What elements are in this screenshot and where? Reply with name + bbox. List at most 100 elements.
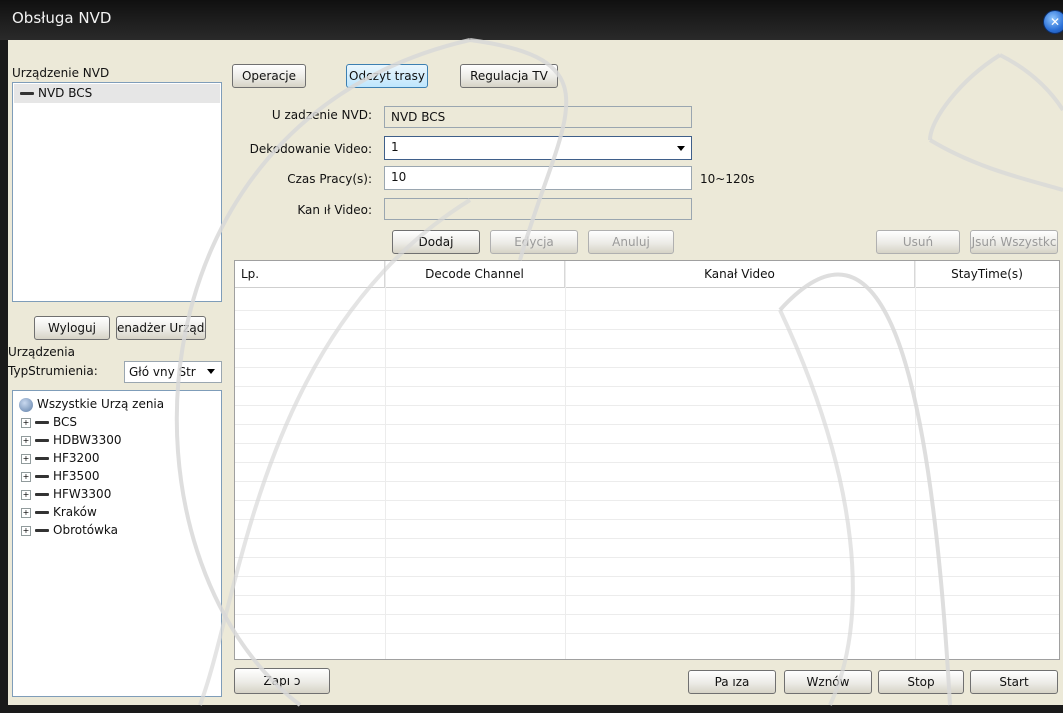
column-header-video-channel[interactable]: Kanał Video: [565, 261, 915, 287]
column-divider: [915, 261, 916, 659]
edit-button[interactable]: Edycja: [490, 230, 578, 254]
tab-operacje[interactable]: Operacje: [232, 64, 306, 88]
device-icon: [35, 529, 49, 532]
tree-item[interactable]: + HF3200: [21, 451, 99, 469]
decode-video-select[interactable]: 1: [384, 136, 692, 160]
devices-group-icon: [19, 397, 33, 412]
window-bottom-edge: [0, 705, 1063, 713]
route-table[interactable]: Lp. Decode Channel Kanał Video StayTime(…: [234, 260, 1060, 660]
tree-root-label: Wszystkie Urzą zenia: [37, 397, 165, 411]
tab-odczyt-trasy[interactable]: Odczyt trasy: [346, 64, 428, 88]
row-divider: [235, 367, 1059, 368]
client-area: Urządzenie NVD NVD BCS Wyloguj enadżer U…: [8, 40, 1063, 705]
tree-item[interactable]: + HDBW3300: [21, 433, 121, 451]
tree-item[interactable]: + Kraków: [21, 505, 97, 523]
row-divider: [235, 310, 1059, 311]
expand-icon[interactable]: +: [21, 471, 31, 482]
tree-item-label: HFW3300: [53, 487, 112, 501]
column-divider: [385, 261, 386, 659]
tree-item[interactable]: + HF3500: [21, 469, 99, 487]
logout-button[interactable]: Wyloguj: [34, 316, 110, 340]
device-icon: [35, 457, 49, 460]
device-tree[interactable]: Wszystkie Urzą zenia + BCS + HDBW3300 + HF3…: [12, 390, 222, 697]
tree-item-label: Obrotówka: [53, 523, 119, 537]
list-item[interactable]: NVD BCS: [14, 84, 220, 103]
row-divider: [235, 576, 1059, 577]
tree-item-label: BCS: [53, 415, 78, 429]
tree-root[interactable]: Wszystkie Urzą zenia: [19, 397, 164, 415]
row-divider: [235, 633, 1059, 634]
stream-type-label: TypStrumienia:: [8, 364, 98, 378]
nvd-item-label: NVD BCS: [38, 86, 93, 100]
expand-icon[interactable]: +: [21, 525, 31, 536]
row-divider: [235, 500, 1059, 501]
expand-icon[interactable]: +: [21, 507, 31, 518]
tab-regulacja-tv[interactable]: Regulacja TV: [460, 64, 558, 88]
expand-icon[interactable]: +: [21, 453, 31, 464]
row-divider: [235, 424, 1059, 425]
video-channel-label: Kan ıł Video:: [297, 203, 372, 217]
row-divider: [235, 557, 1059, 558]
tree-item-label: Kraków: [53, 505, 97, 519]
resume-button[interactable]: Wznów: [784, 670, 872, 694]
tree-item[interactable]: + BCS: [21, 415, 77, 433]
device-field: NVD BCS: [384, 106, 692, 128]
device-icon: [35, 439, 49, 442]
tree-item-label: HDBW3300: [53, 433, 122, 447]
device-icon: [20, 92, 34, 95]
device-icon: [35, 475, 49, 478]
row-divider: [235, 614, 1059, 615]
chevron-down-icon[interactable]: [207, 369, 215, 374]
row-divider: [235, 386, 1059, 387]
column-divider: [565, 261, 566, 659]
nvd-panel-label: Urządzenie NVD: [12, 66, 110, 80]
delete-button[interactable]: Usuń: [876, 230, 960, 254]
table-header: Lp. Decode Channel Kanał Video StayTime(…: [235, 261, 1059, 288]
row-divider: [235, 481, 1059, 482]
cancel-button[interactable]: Anuluj: [588, 230, 674, 254]
close-icon[interactable]: ✕: [1043, 10, 1063, 34]
row-divider: [235, 405, 1059, 406]
device-icon: [35, 493, 49, 496]
column-header-lp[interactable]: Lp.: [235, 261, 385, 287]
row-divider: [235, 443, 1059, 444]
column-header-stay-time[interactable]: StayTime(s): [915, 261, 1059, 287]
tree-item-label: HF3500: [53, 469, 100, 483]
device-icon: [35, 511, 49, 514]
tree-item[interactable]: + HFW3300: [21, 487, 111, 505]
work-time-label: Czas Pracy(s):: [287, 172, 372, 186]
stream-type-select[interactable]: Głó vny Str: [124, 361, 222, 383]
add-button[interactable]: Dodaj: [392, 230, 480, 254]
row-divider: [235, 462, 1059, 463]
row-divider: [235, 595, 1059, 596]
device-icon: [35, 421, 49, 424]
column-header-decode-channel[interactable]: Decode Channel: [385, 261, 565, 287]
stream-type-value: Głó vny Str: [129, 365, 196, 379]
decode-video-label: Dekodowanie Video:: [249, 142, 372, 156]
row-divider: [235, 538, 1059, 539]
start-button[interactable]: Start: [970, 670, 1058, 694]
tree-item-label: HF3200: [53, 451, 100, 465]
expand-icon[interactable]: +: [21, 417, 31, 428]
row-divider: [235, 348, 1059, 349]
expand-icon[interactable]: +: [21, 435, 31, 446]
device-manager-button[interactable]: enadżer Urządze: [116, 316, 206, 340]
nvd-window: Obsługa NVD ✕ Urządzenie NVD NVD BCS Wyl…: [0, 0, 1063, 713]
work-time-input[interactable]: 10: [384, 166, 692, 190]
device-field-label: U zadzenie NVD:: [271, 108, 372, 122]
tree-item[interactable]: + Obrotówka: [21, 523, 118, 541]
chevron-down-icon[interactable]: [677, 146, 685, 151]
expand-icon[interactable]: +: [21, 489, 31, 500]
title-bar[interactable]: Obsługa NVD ✕: [0, 0, 1063, 40]
stop-button[interactable]: Stop: [878, 670, 964, 694]
work-time-hint: 10~120s: [700, 172, 755, 186]
save-button[interactable]: Zapı ɔ: [234, 668, 330, 694]
window-title: Obsługa NVD: [12, 9, 112, 27]
pause-button[interactable]: Pa ıza: [688, 670, 776, 694]
row-divider: [235, 329, 1059, 330]
row-divider: [235, 519, 1059, 520]
devices-panel-label: Urządzenia: [8, 345, 75, 359]
decode-video-value: 1: [391, 140, 399, 154]
delete-all-button[interactable]: Jsuń Wszystkc: [970, 230, 1058, 254]
nvd-device-list[interactable]: NVD BCS: [12, 82, 222, 302]
